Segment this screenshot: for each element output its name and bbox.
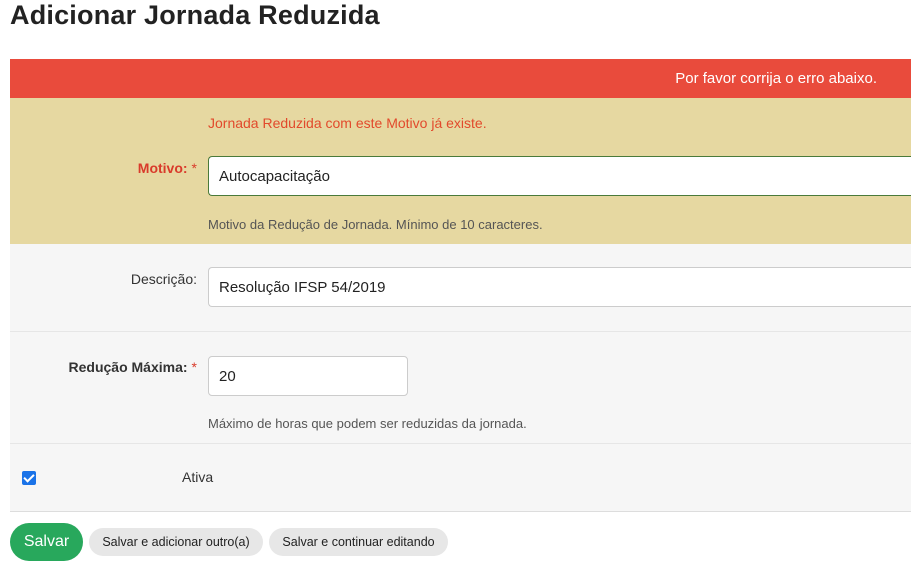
motivo-error-message: Jornada Reduzida com este Motivo já exis… (208, 115, 487, 131)
motivo-input[interactable] (208, 156, 911, 196)
reducao-maxima-help-text: Máximo de horas que podem ser reduzidas … (208, 416, 527, 431)
reducao-maxima-input[interactable] (208, 356, 408, 396)
descricao-input[interactable] (208, 267, 911, 307)
save-button[interactable]: Salvar (10, 523, 83, 561)
required-mark: * (191, 160, 197, 176)
form-row-reducao-maxima: Redução Máxima:* Máximo de horas que pod… (10, 332, 911, 444)
motivo-label: Motivo: * (138, 160, 197, 176)
error-banner: Por favor corrija o erro abaixo. (10, 59, 911, 98)
ativa-checkbox[interactable] (22, 471, 36, 485)
form-row-ativa: Ativa (10, 444, 911, 512)
reducao-maxima-label-text: Redução Máxima: (68, 359, 188, 375)
save-and-add-another-button[interactable]: Salvar e adicionar outro(a) (89, 528, 263, 556)
form: Jornada Reduzida com este Motivo já exis… (10, 98, 911, 512)
descricao-label: Descrição: (130, 271, 197, 287)
motivo-help-text: Motivo da Redução de Jornada. Mínimo de … (208, 217, 543, 232)
motivo-label-text: Motivo: (137, 160, 188, 176)
required-mark: * (191, 359, 197, 375)
save-and-continue-editing-button[interactable]: Salvar e continuar editando (269, 528, 448, 556)
form-row-motivo: Jornada Reduzida com este Motivo já exis… (10, 98, 911, 244)
ativa-label: Ativa (182, 469, 214, 485)
page-title: Adicionar Jornada Reduzida (10, 0, 380, 30)
reducao-maxima-label: Redução Máxima: * (69, 359, 198, 375)
form-row-descricao: Descrição: (10, 244, 911, 332)
error-banner-text: Por favor corrija o erro abaixo. (675, 70, 877, 87)
